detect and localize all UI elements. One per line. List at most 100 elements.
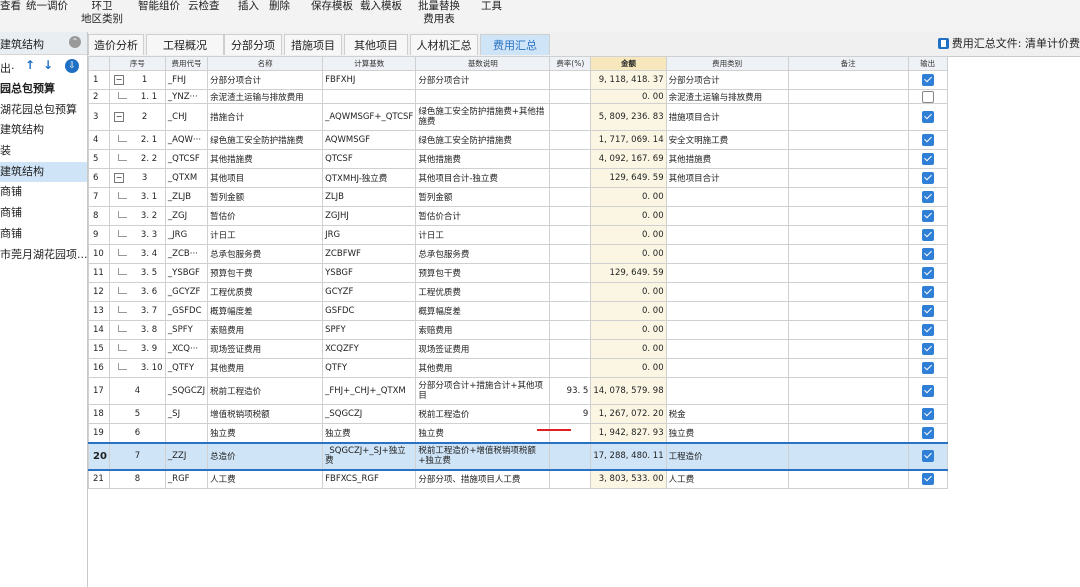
output-checkbox[interactable] xyxy=(921,248,934,260)
desc-cell[interactable]: 分部分项、措施项目人工费 xyxy=(415,469,551,489)
output-cell[interactable] xyxy=(907,320,948,340)
category-cell[interactable]: 分部分项合计 xyxy=(665,70,789,90)
desc-cell[interactable]: 其他费用 xyxy=(415,358,551,378)
rate-cell[interactable] xyxy=(549,263,592,283)
code-cell[interactable]: _ZGJ xyxy=(164,206,209,226)
desc-cell[interactable]: 暂列金额 xyxy=(415,187,551,207)
tab-4[interactable]: 其他项目 xyxy=(344,34,408,55)
rate-cell[interactable] xyxy=(549,244,592,264)
tab-2[interactable]: 分部分项 xyxy=(224,34,282,55)
table-row[interactable]: 12 3. 6 _GCYZF 工程优质费 GCYZF 工程优质费 0. 00 xyxy=(88,282,948,302)
base-cell[interactable]: AQWMSGF xyxy=(322,130,417,150)
output-checkbox[interactable] xyxy=(921,153,934,165)
rate-cell[interactable] xyxy=(549,130,592,150)
code-cell[interactable]: _CHJ xyxy=(164,103,209,131)
name-cell[interactable]: 人工费 xyxy=(207,469,324,489)
rate-cell[interactable] xyxy=(549,320,592,340)
category-cell[interactable] xyxy=(665,244,789,264)
category-cell[interactable]: 措施项目合计 xyxy=(665,103,789,131)
code-cell[interactable]: _YSBGF xyxy=(164,263,209,283)
category-cell[interactable]: 独立费 xyxy=(665,423,789,443)
output-checkbox[interactable] xyxy=(921,172,934,184)
base-cell[interactable]: JRG xyxy=(322,225,417,245)
output-checkbox[interactable] xyxy=(921,362,934,374)
code-cell[interactable]: _ZZJ xyxy=(164,441,209,471)
table-row[interactable]: 11 3. 5 _YSBGF 预算包干费 YSBGF 预算包干费 129, 649. 59 xyxy=(88,263,948,283)
desc-cell[interactable]: 绿色施工安全防护措施费 xyxy=(415,130,551,150)
seq-cell[interactable]: 3. 5 xyxy=(108,263,166,283)
base-cell[interactable]: QTCSF xyxy=(322,149,417,169)
note-cell[interactable] xyxy=(787,206,909,226)
note-cell[interactable] xyxy=(787,263,909,283)
table-row[interactable]: 16 3. 10 _QTFY 其他费用 QTFY 其他费用 0. 00 xyxy=(88,358,948,378)
table-row[interactable]: 9 3. 3 _JRG 计日工 JRG 计日工 0. 00 xyxy=(88,225,948,245)
table-row[interactable]: 1−1 _FHJ 分部分项合计 FBFXHJ 分部分项合计 9, 118, 418. 37… xyxy=(88,70,948,90)
note-cell[interactable] xyxy=(787,103,909,131)
table-row[interactable]: 14 3. 8 _SPFY 索赔费用 SPFY 索赔费用 0. 00 xyxy=(88,320,948,340)
category-cell[interactable] xyxy=(665,358,789,378)
note-cell[interactable] xyxy=(787,441,909,471)
name-cell[interactable]: 计日工 xyxy=(207,225,324,245)
region-category-button[interactable]: 环卫 地区类别 xyxy=(81,0,123,26)
note-cell[interactable] xyxy=(787,377,909,405)
base-cell[interactable] xyxy=(322,89,417,104)
table-row[interactable]: 3−2 _CHJ 措施合计 _AQWMSGF+_QTCSF 绿色施工安全防护措施费+其他… xyxy=(88,103,948,131)
output-checkbox[interactable] xyxy=(921,267,934,279)
note-cell[interactable] xyxy=(787,187,909,207)
note-cell[interactable] xyxy=(787,358,909,378)
output-checkbox[interactable] xyxy=(921,191,934,203)
base-cell[interactable]: GCYZF xyxy=(322,282,417,302)
rate-cell[interactable] xyxy=(549,301,592,321)
base-cell[interactable]: QTXMHJ-独立费 xyxy=(322,168,417,188)
code-cell[interactable]: _QTXM xyxy=(164,168,209,188)
rate-cell[interactable] xyxy=(549,89,592,104)
table-row[interactable]: 13 3. 7 _GSFDC 概算幅度差 GSFDC 概算幅度差 0. 00 xyxy=(88,301,948,321)
tab-0[interactable]: 造价分析 xyxy=(88,34,144,55)
col-rate[interactable]: 费率(%) xyxy=(549,56,592,71)
seq-cell[interactable]: −3 xyxy=(108,168,166,188)
output-checkbox[interactable] xyxy=(921,229,934,241)
base-cell[interactable]: _SQGCZJ+_SJ+独立费 xyxy=(322,441,417,471)
base-cell[interactable]: XCQZFY xyxy=(322,339,417,359)
project-tree-item[interactable]: 商铺 xyxy=(0,182,87,203)
output-checkbox[interactable] xyxy=(921,305,934,317)
seq-cell[interactable]: 3. 8 xyxy=(108,320,166,340)
desc-cell[interactable]: 其他措施费 xyxy=(415,149,551,169)
collapse-toggle-icon[interactable]: − xyxy=(113,74,124,85)
code-cell[interactable]: _SPFY xyxy=(164,320,209,340)
category-cell[interactable] xyxy=(665,187,789,207)
output-cell[interactable] xyxy=(907,358,948,378)
output-checkbox[interactable] xyxy=(921,210,934,222)
base-cell[interactable]: ZCBFWF xyxy=(322,244,417,264)
project-tree-item[interactable]: 装 xyxy=(0,141,87,162)
smart-pricing-button[interactable]: 智能组价 xyxy=(138,0,180,13)
code-cell[interactable]: _SQGCZJ xyxy=(164,377,209,405)
table-row[interactable]: 4 2. 1 _AQW··· 绿色施工安全防护措施费 AQWMSGF 绿色施工安全防护措施… xyxy=(88,130,948,150)
name-cell[interactable]: 其他项目 xyxy=(207,168,324,188)
category-cell[interactable] xyxy=(665,377,789,405)
seq-cell[interactable]: 3. 2 xyxy=(108,206,166,226)
col-output[interactable]: 输出 xyxy=(907,56,948,71)
desc-cell[interactable]: 总承包服务费 xyxy=(415,244,551,264)
output-checkbox[interactable] xyxy=(921,385,934,397)
base-cell[interactable]: ZLJB xyxy=(322,187,417,207)
note-cell[interactable] xyxy=(787,469,909,489)
name-cell[interactable]: 增值税销项税额 xyxy=(207,404,324,424)
base-cell[interactable]: GSFDC xyxy=(322,301,417,321)
project-tree-item[interactable]: 湖花园总包预算 xyxy=(0,100,87,121)
col-base[interactable]: 计算基数 xyxy=(322,56,417,71)
category-cell[interactable]: 余泥渣土运输与排放费用 xyxy=(665,89,789,104)
col-amount[interactable]: 金额 xyxy=(590,56,667,71)
cloud-check-button[interactable]: 云检查 xyxy=(188,0,220,13)
tab-5[interactable]: 人材机汇总 xyxy=(410,34,478,55)
desc-cell[interactable]: 暂估价合计 xyxy=(415,206,551,226)
category-cell[interactable]: 安全文明施工费 xyxy=(665,130,789,150)
name-cell[interactable]: 余泥渣土运输与排放费用 xyxy=(207,89,324,104)
category-cell[interactable]: 其他项目合计 xyxy=(665,168,789,188)
collapse-toggle-icon[interactable]: − xyxy=(113,111,124,122)
arrow-up-icon[interactable]: ↑ xyxy=(24,59,36,72)
base-cell[interactable]: 独立费 xyxy=(322,423,417,443)
code-cell[interactable]: _QTCSF xyxy=(164,149,209,169)
output-cell[interactable] xyxy=(907,70,948,90)
name-cell[interactable]: 暂估价 xyxy=(207,206,324,226)
